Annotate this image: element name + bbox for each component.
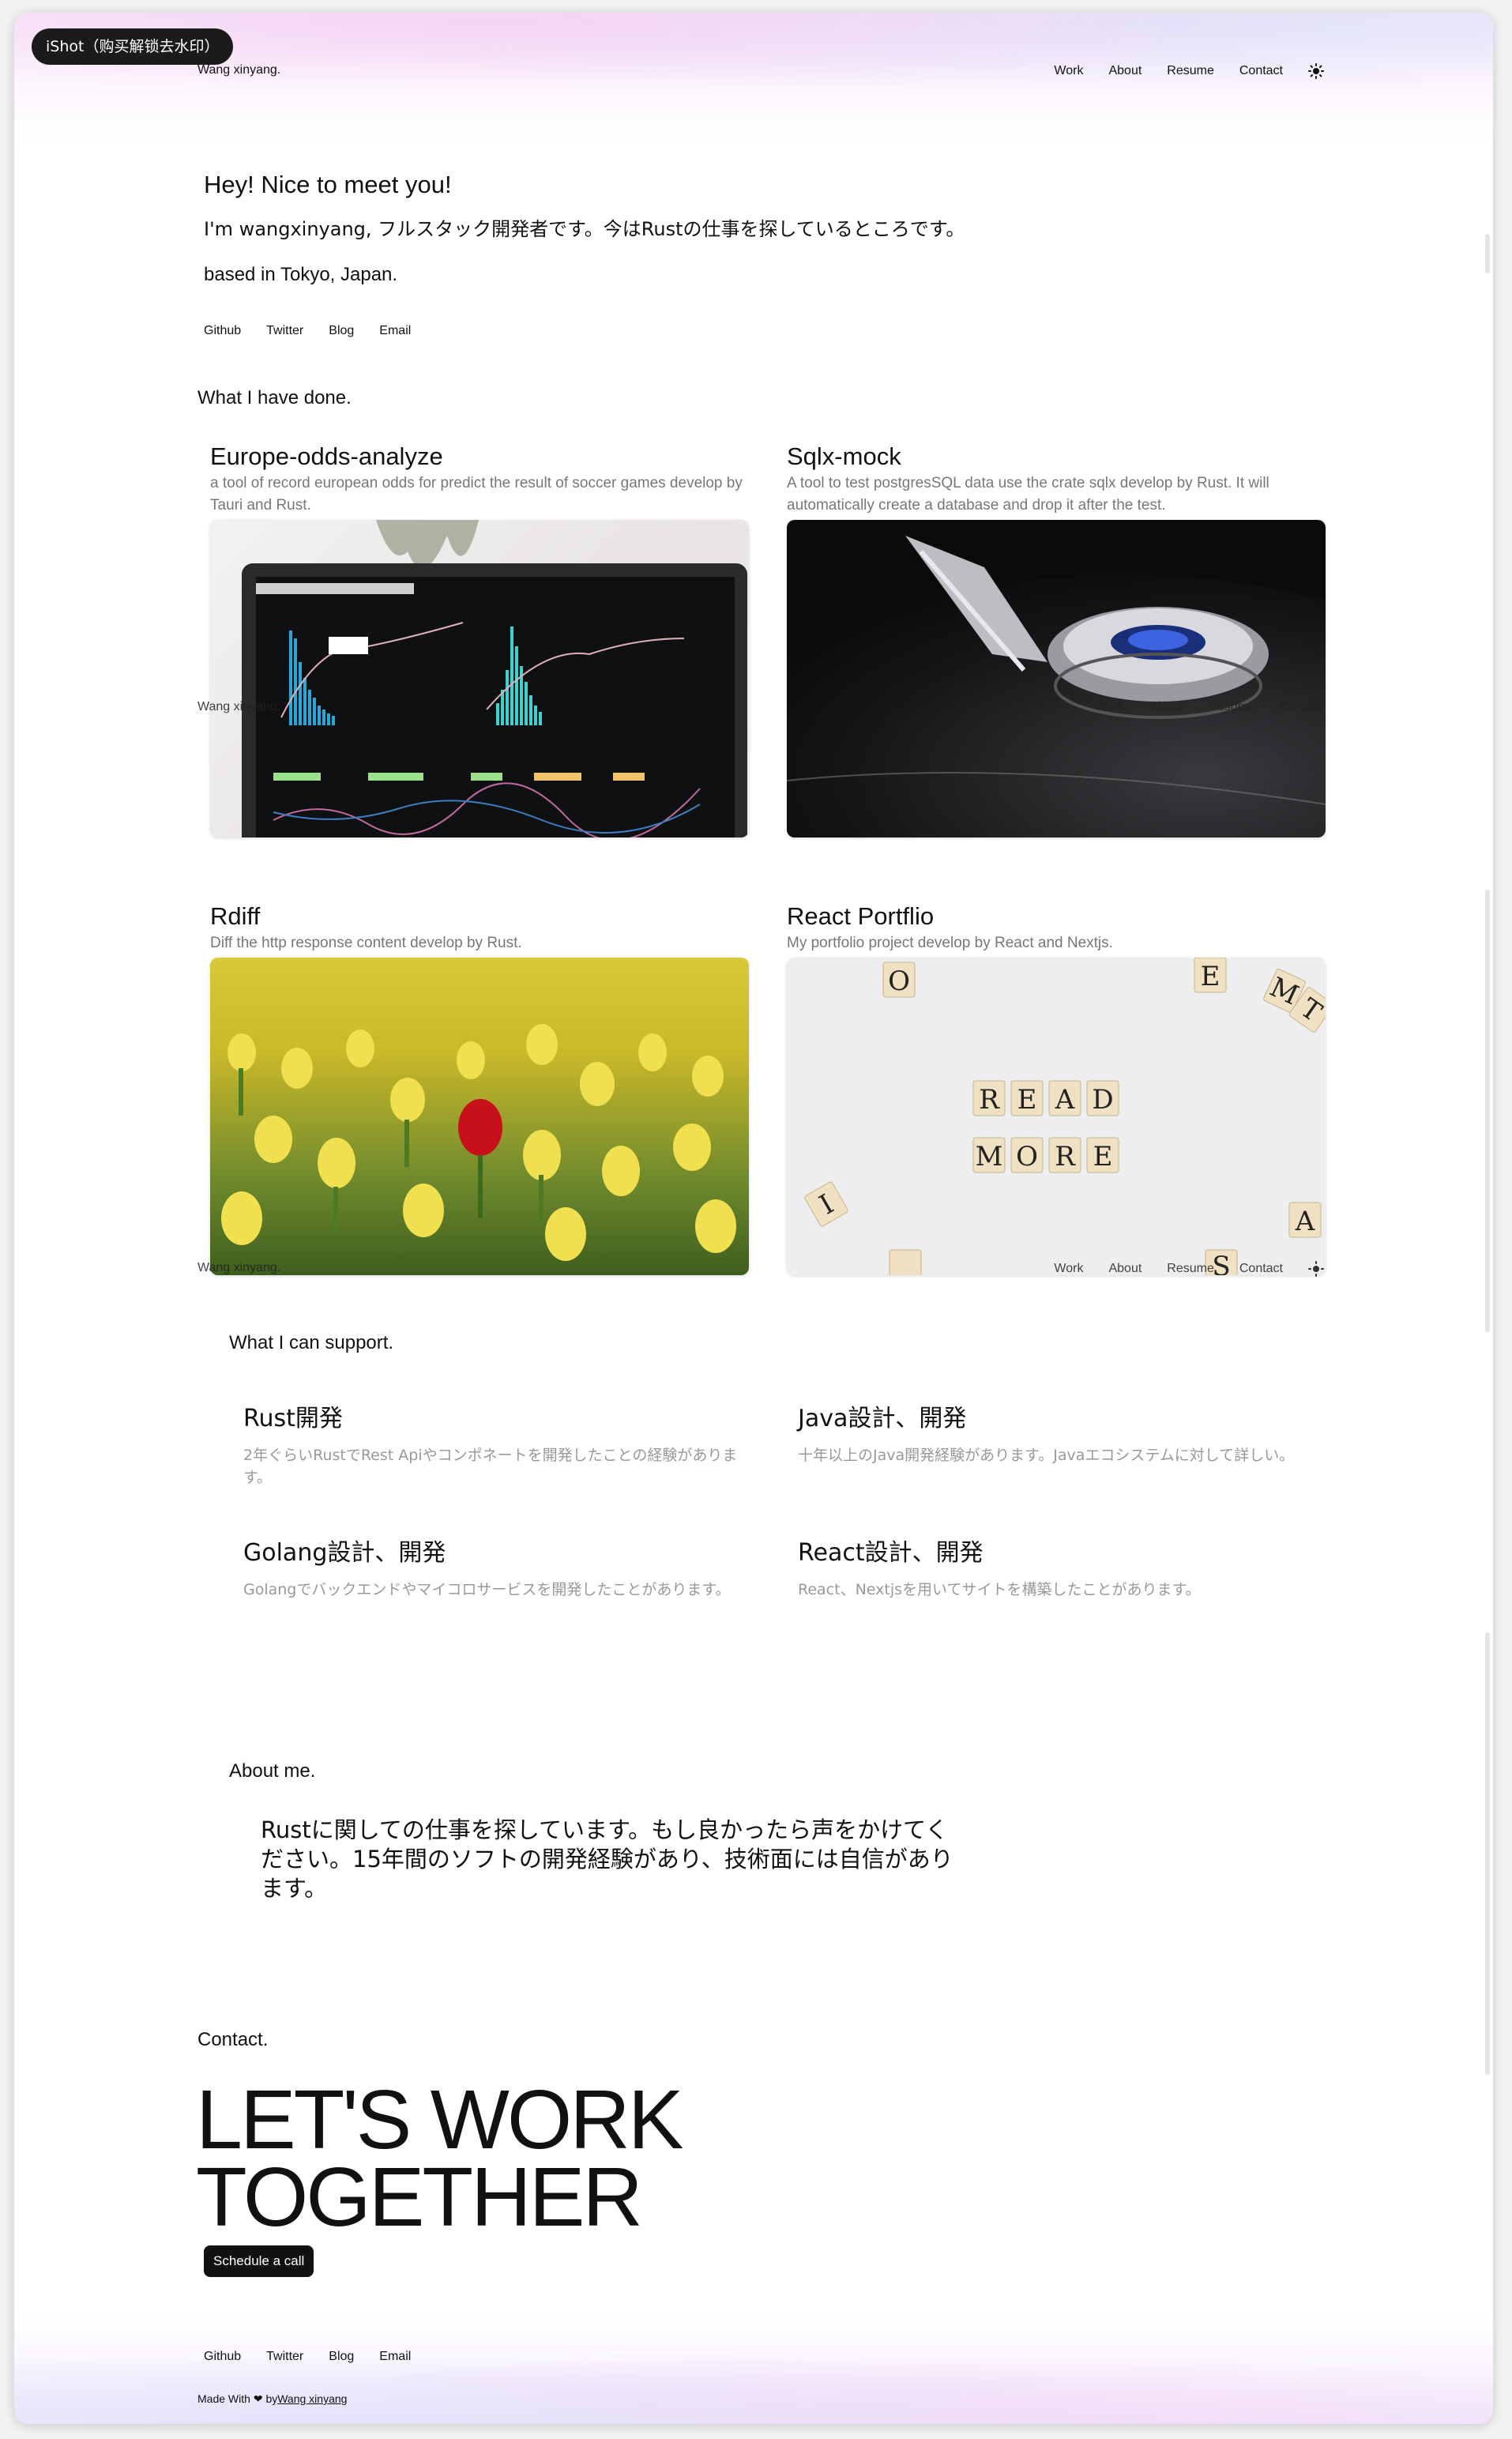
- footer-prefix: Made With: [197, 2392, 250, 2405]
- tile-letter: D: [1092, 1084, 1113, 1116]
- project-description: A tool to test postgresSQL data use the …: [787, 475, 1269, 514]
- nav-link-resume[interactable]: Resume: [1167, 1262, 1214, 1276]
- project-image-tulips[interactable]: [210, 958, 749, 1275]
- skills-section-label: What I can support.: [229, 1332, 394, 1353]
- nav-link-about[interactable]: About: [1149, 700, 1183, 714]
- browser-window: Wang xinyang. Work About Resume Contact …: [14, 13, 1493, 2424]
- email-link[interactable]: Email: [379, 324, 411, 338]
- project-title[interactable]: Rdiff: [210, 902, 260, 931]
- tile-letter: R: [1055, 1141, 1076, 1172]
- top-navigation: Wang xinyang. Work About Resume Contact: [197, 60, 1324, 84]
- nav-link-work[interactable]: Work: [1054, 64, 1083, 78]
- scrollbar[interactable]: [1485, 234, 1490, 2367]
- github-link[interactable]: Github: [204, 2350, 241, 2364]
- scrollbar-thumb[interactable]: [1485, 234, 1490, 273]
- hero-location: based in Tokyo, Japan.: [204, 264, 398, 285]
- schedule-call-button[interactable]: Schedule a call: [204, 2245, 314, 2277]
- brand-logo[interactable]: Wang xinyang.: [197, 1261, 280, 1275]
- social-links: Github Twitter Blog Email: [204, 324, 411, 338]
- about-section-label: About me.: [229, 1760, 316, 1782]
- footer-credit: Made With ❤ byWang xinyang: [197, 2392, 347, 2406]
- hero-greeting: Hey! Nice to meet you!: [204, 171, 452, 198]
- about-text: Rustに関しての仕事を探しています。もし良かったら声をかけてください。15年間…: [261, 1816, 953, 1902]
- brand-logo[interactable]: Wang xinyang.: [197, 63, 280, 77]
- cta-headline-line: LET'S WORK: [196, 2073, 684, 2166]
- nav-links: Work About Resume Contact: [1054, 1261, 1324, 1277]
- project-image-analytics-dashboard[interactable]: [210, 520, 749, 837]
- skill-title: Java設計、開発: [798, 1405, 967, 1432]
- project-title[interactable]: React Portflio: [787, 902, 934, 931]
- project-description: a tool of record european odds for predi…: [210, 475, 743, 514]
- skill-description: React、Nextjsを用いてサイトを構築したことがあります。: [798, 1581, 1201, 1598]
- tile-letter: O: [888, 965, 910, 997]
- project-title[interactable]: Sqlx-mock: [787, 442, 901, 471]
- nav-link-contact[interactable]: Contact: [1281, 700, 1324, 714]
- brand-logo[interactable]: Wang xinyang.: [197, 700, 280, 714]
- tile-letter: E: [1017, 1084, 1037, 1116]
- blog-link[interactable]: Blog: [329, 324, 354, 338]
- nav-link-work[interactable]: Work: [1054, 1262, 1083, 1276]
- skill-description: Golangでバックエンドやマイコロサービスを開発したことがあります。: [243, 1581, 731, 1598]
- scrollbar-thumb[interactable]: [1485, 1632, 1490, 2075]
- sticky-nav-ghost: Wang xinyang. Work About Resume Contact: [197, 697, 1324, 721]
- tile-letter: E: [1093, 1141, 1113, 1172]
- work-section-label: What I have done.: [197, 387, 352, 408]
- email-link[interactable]: Email: [379, 2350, 411, 2364]
- contact-section-label: Contact.: [197, 2029, 269, 2050]
- project-title[interactable]: Europe-odds-analyze: [210, 442, 443, 471]
- nav-link-resume[interactable]: Resume: [1208, 700, 1255, 714]
- github-link[interactable]: Github: [204, 324, 241, 338]
- heart-icon: ❤: [253, 2392, 263, 2405]
- skill-description: 2年ぐらいRustでRest Apiやコンポネートを開発したことの経験があります…: [243, 1447, 738, 1486]
- blog-link[interactable]: Blog: [329, 2350, 354, 2364]
- tile-letter: A: [1055, 1084, 1075, 1116]
- bottom-gradient: [14, 2313, 1493, 2424]
- skill-description: 十年以上のJava開発経験があります。Javaエコシステムに対して詳しい。: [798, 1447, 1295, 1464]
- twitter-link[interactable]: Twitter: [266, 324, 303, 338]
- project-description: My portfolio project develop by React an…: [787, 935, 1113, 951]
- author-link[interactable]: Wang xinyang: [277, 2392, 347, 2405]
- tile-letter: M: [976, 1141, 1003, 1172]
- nav-links: Work About Resume Contact: [1095, 700, 1324, 714]
- sun-icon[interactable]: [1308, 63, 1324, 79]
- twitter-link[interactable]: Twitter: [266, 2350, 303, 2364]
- footer-by: by: [265, 2392, 278, 2405]
- sun-icon[interactable]: [1308, 1261, 1324, 1277]
- tile-letter: R: [979, 1084, 1000, 1116]
- skill-title: React設計、開発: [798, 1539, 984, 1567]
- ishot-watermark-badge: iShot（购买解锁去水印）: [32, 28, 234, 65]
- sticky-nav-ghost: Wang xinyang. Work About Resume Contact: [197, 1258, 1324, 1282]
- cta-headline: LET'S WORK TOGETHER: [196, 2073, 684, 2244]
- nav-link-contact[interactable]: Contact: [1239, 1262, 1283, 1276]
- tile-letter: O: [1016, 1141, 1038, 1172]
- scrollbar-thumb[interactable]: [1485, 890, 1490, 1332]
- skill-title: Rust開発: [243, 1405, 343, 1432]
- cta-headline-line: TOGETHER: [196, 2151, 643, 2244]
- social-links: Github Twitter Blog Email: [204, 2350, 411, 2364]
- project-image-read-more[interactable]: R E A D M O R E O E M T I A S: [787, 958, 1326, 1275]
- nav-link-about[interactable]: About: [1108, 1262, 1142, 1276]
- nav-link-about[interactable]: About: [1108, 64, 1142, 78]
- hero-intro: I'm wangxinyang, フルスタック開発者です。今はRustの仕事を探…: [204, 218, 965, 240]
- nav-link-contact[interactable]: Contact: [1239, 64, 1283, 78]
- skill-title: Golang設計、開発: [243, 1539, 446, 1567]
- tile-letter: A: [1295, 1206, 1315, 1237]
- nav-link-resume[interactable]: Resume: [1167, 64, 1214, 78]
- project-description: Diff the http response content develop b…: [210, 935, 522, 951]
- project-image-hard-drive[interactable]: [787, 520, 1326, 837]
- nav-link-work[interactable]: Work: [1095, 700, 1124, 714]
- tile-letter: E: [1201, 961, 1221, 992]
- nav-links: Work About Resume Contact: [1054, 63, 1324, 79]
